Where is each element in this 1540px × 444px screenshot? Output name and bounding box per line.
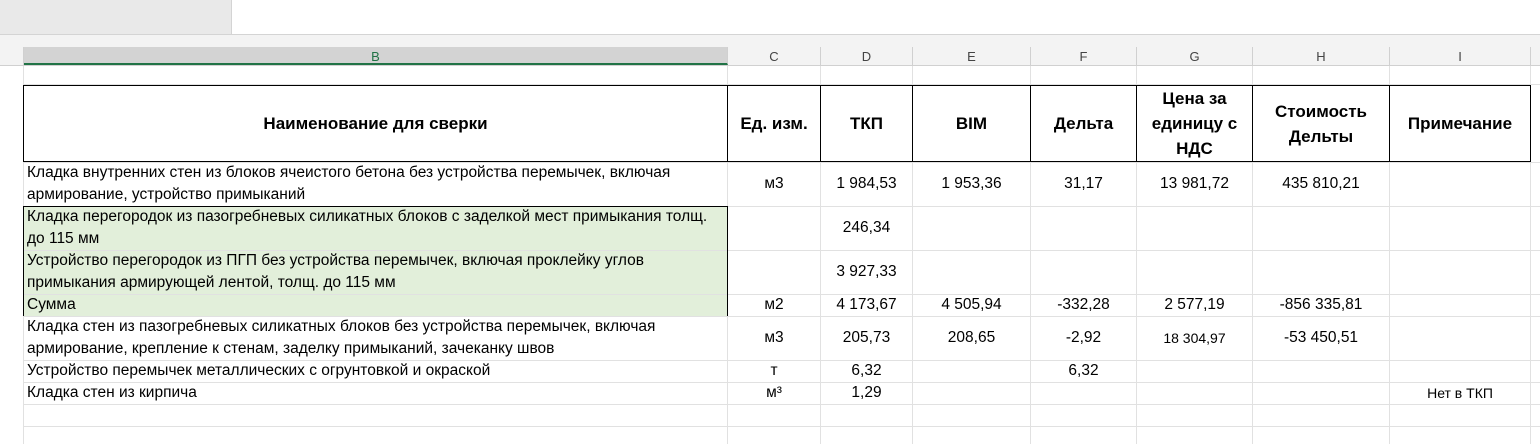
row-5-cost[interactable]: -53 450,51	[1253, 316, 1389, 360]
column-headers: B C D E F G H I	[0, 47, 1540, 66]
row-5-price[interactable]: 18 304,97	[1137, 316, 1252, 360]
header-unit[interactable]: Ед. изм.	[728, 86, 820, 161]
row-7-note[interactable]: Нет в ТКП	[1390, 382, 1530, 404]
column-header-d[interactable]: D	[821, 47, 913, 65]
row-2-name[interactable]: Кладка перегородок из пазогребневых сили…	[27, 206, 727, 250]
header-name[interactable]: Наименование для сверки	[24, 86, 727, 161]
row-7-tkp[interactable]: 1,29	[821, 382, 912, 404]
row-6-unit[interactable]: т	[728, 360, 820, 382]
row-3-name[interactable]: Устройство перегородок из ПГП без устрой…	[27, 250, 727, 294]
column-header-b[interactable]: B	[24, 47, 728, 65]
select-all-corner[interactable]	[0, 47, 24, 65]
row-2-tkp[interactable]: 246,34	[821, 206, 912, 250]
row-1-tkp[interactable]: 1 984,53	[821, 162, 912, 206]
row-5-bim[interactable]: 208,65	[913, 316, 1030, 360]
header-note[interactable]: Примечание	[1390, 86, 1530, 161]
row-sum-name[interactable]: Сумма	[27, 294, 727, 316]
column-header-e[interactable]: E	[913, 47, 1031, 65]
row-6-name[interactable]: Устройство перемычек металлических с огр…	[27, 360, 727, 382]
row-sum-tkp[interactable]: 4 173,67	[821, 294, 912, 316]
column-header-i[interactable]: I	[1390, 47, 1531, 65]
row-6-tkp[interactable]: 6,32	[821, 360, 912, 382]
name-box[interactable]	[0, 0, 232, 35]
row-sum-price[interactable]: 2 577,19	[1137, 294, 1252, 316]
row-7-name[interactable]: Кладка стен из кирпича	[27, 382, 727, 404]
row-1-delta[interactable]: 31,17	[1031, 162, 1136, 206]
header-bim[interactable]: BIM	[913, 86, 1030, 161]
row-1-bim[interactable]: 1 953,36	[913, 162, 1030, 206]
row-1-price[interactable]: 13 981,72	[1137, 162, 1252, 206]
row-sum-cost[interactable]: -856 335,81	[1253, 294, 1389, 316]
row-5-unit[interactable]: м3	[728, 316, 820, 360]
row-1-name[interactable]: Кладка внутренних стен из блоков ячеисто…	[27, 162, 727, 206]
formula-bar[interactable]	[232, 0, 1540, 35]
header-cost[interactable]: Стоимость Дельты	[1253, 86, 1389, 161]
row-1-cost[interactable]: 435 810,21	[1253, 162, 1389, 206]
column-header-c[interactable]: C	[728, 47, 821, 65]
header-price[interactable]: Цена за единицу с НДС	[1137, 86, 1252, 161]
row-1-unit[interactable]: м3	[728, 162, 820, 206]
row-sum-delta[interactable]: -332,28	[1031, 294, 1136, 316]
row-5-delta[interactable]: -2,92	[1031, 316, 1136, 360]
header-tkp[interactable]: ТКП	[821, 86, 912, 161]
row-3-tkp[interactable]: 3 927,33	[821, 250, 912, 294]
column-header-f[interactable]: F	[1031, 47, 1137, 65]
header-delta[interactable]: Дельта	[1031, 86, 1136, 161]
row-5-name[interactable]: Кладка стен из пазогребневых силикатных …	[27, 316, 727, 360]
column-header-g[interactable]: G	[1137, 47, 1253, 65]
row-7-unit[interactable]: м³	[728, 382, 820, 404]
row-sum-unit[interactable]: м2	[728, 294, 820, 316]
row-6-delta[interactable]: 6,32	[1031, 360, 1136, 382]
row-sum-bim[interactable]: 4 505,94	[913, 294, 1030, 316]
row-5-tkp[interactable]: 205,73	[821, 316, 912, 360]
column-header-h[interactable]: H	[1253, 47, 1390, 65]
